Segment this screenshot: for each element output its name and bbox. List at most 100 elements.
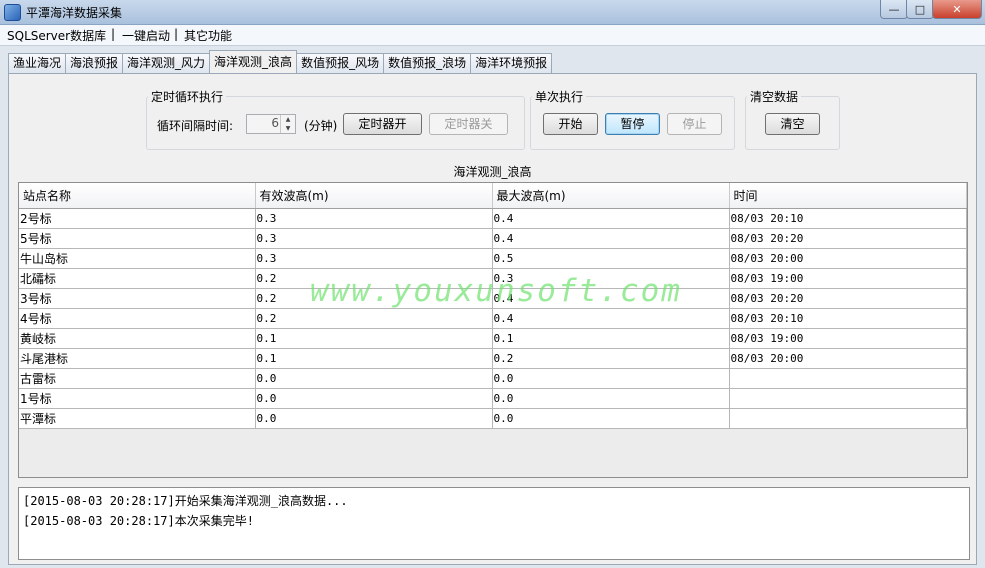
table-cell[interactable]: 0.0 <box>492 388 730 409</box>
tab-ocean-wave-height[interactable]: 海洋观测_浪高 <box>209 50 298 73</box>
table-cell[interactable]: 0.0 <box>255 368 493 389</box>
table-cell[interactable]: 0.2 <box>255 308 493 329</box>
table-cell[interactable]: 0.5 <box>492 248 730 269</box>
table-header-row: 站点名称 有效波高(m) 最大波高(m) 时间 <box>19 183 967 209</box>
data-grid[interactable]: 站点名称 有效波高(m) 最大波高(m) 时间 2号标 0.3 0.4 08/03 20:1… <box>18 182 968 478</box>
interval-label: 循环间隔时间: <box>157 119 234 133</box>
table-row[interactable]: 北礵标 0.2 0.3 08/03 19:00 <box>19 268 967 289</box>
table-cell[interactable] <box>729 368 967 389</box>
table-cell[interactable]: 0.4 <box>492 208 730 229</box>
table-cell[interactable]: 古雷标 <box>19 368 256 389</box>
start-button[interactable]: 开始 <box>543 113 598 135</box>
tab-wave-forecast[interactable]: 海浪预报 <box>65 53 124 73</box>
log-line: [2015-08-03 20:28:17]本次采集完毕! <box>23 514 254 528</box>
table-cell[interactable]: 3号标 <box>19 288 256 309</box>
table-cell[interactable]: 0.2 <box>255 268 493 289</box>
table-row[interactable]: 平潭标 0.0 0.0 <box>19 408 967 429</box>
table-row[interactable]: 4号标 0.2 0.4 08/03 20:10 <box>19 308 967 329</box>
table-row[interactable]: 牛山岛标 0.3 0.5 08/03 20:00 <box>19 248 967 269</box>
single-run-label: 单次执行 <box>532 88 587 105</box>
table-cell[interactable]: 黄岐标 <box>19 328 256 349</box>
table-cell[interactable]: 0.3 <box>492 268 730 289</box>
table-cell[interactable] <box>729 408 967 429</box>
interval-stepper[interactable]: 6 ▲ ▼ <box>246 114 296 134</box>
table-cell[interactable]: 0.3 <box>255 208 493 229</box>
interval-value: 6 <box>271 116 279 130</box>
table-cell[interactable]: 0.2 <box>492 348 730 369</box>
table-cell[interactable]: 08/03 20:00 <box>729 248 967 269</box>
menu-one-click-start[interactable]: 一键启动 <box>122 27 170 44</box>
tab-numeric-wave[interactable]: 数值预报_浪场 <box>383 53 472 73</box>
table-cell[interactable]: 0.0 <box>492 368 730 389</box>
timer-group-label: 定时循环执行 <box>148 88 227 105</box>
minimize-button[interactable]: — <box>880 0 908 19</box>
maximize-button[interactable]: □ <box>906 0 934 19</box>
tab-fishery[interactable]: 渔业海况 <box>8 53 67 73</box>
timer-stop-button[interactable]: 定时器关 <box>429 113 508 135</box>
table-cell[interactable]: 0.2 <box>255 288 493 309</box>
table-row[interactable]: 古雷标 0.0 0.0 <box>19 368 967 389</box>
table-cell[interactable]: 4号标 <box>19 308 256 329</box>
table-cell[interactable]: 08/03 19:00 <box>729 268 967 289</box>
tab-panel: 定时循环执行 循环间隔时间: 6 ▲ ▼ (分钟) 定时器开 定时器关 单次执行 … <box>8 73 977 565</box>
table-cell[interactable]: 0.1 <box>255 348 493 369</box>
table-row[interactable]: 2号标 0.3 0.4 08/03 20:10 <box>19 208 967 229</box>
table-title: 海洋观测_浪高 <box>453 165 532 179</box>
interval-unit: (分钟) <box>304 119 338 133</box>
table-cell[interactable]: 斗尾港标 <box>19 348 256 369</box>
table-cell[interactable]: 平潭标 <box>19 408 256 429</box>
table-cell[interactable]: 0.1 <box>255 328 493 349</box>
tab-ocean-env[interactable]: 海洋环境预报 <box>470 53 553 73</box>
tab-ocean-wind[interactable]: 海洋观测_风力 <box>122 53 211 73</box>
table-row[interactable]: 3号标 0.2 0.4 08/03 20:20 <box>19 288 967 309</box>
table-cell[interactable]: 0.1 <box>492 328 730 349</box>
table-cell[interactable]: 0.4 <box>492 228 730 249</box>
stepper-arrows-icon[interactable]: ▲ ▼ <box>280 115 295 133</box>
window-title: 平潭海洋数据采集 <box>26 6 123 20</box>
table-cell[interactable]: 0.4 <box>492 308 730 329</box>
timer-start-button[interactable]: 定时器开 <box>343 113 422 135</box>
table-cell[interactable]: 08/03 20:10 <box>729 308 967 329</box>
table-cell[interactable]: 08/03 19:00 <box>729 328 967 349</box>
table-cell[interactable] <box>729 388 967 409</box>
table-cell[interactable]: 08/03 20:00 <box>729 348 967 369</box>
column-header[interactable]: 有效波高(m) <box>255 183 493 209</box>
menu-separator: | <box>111 27 116 41</box>
menu-sqlserver[interactable]: SQLServer数据库 <box>7 27 106 44</box>
table-cell[interactable]: 08/03 20:10 <box>729 208 967 229</box>
table-cell[interactable]: 0.3 <box>255 248 493 269</box>
column-header[interactable]: 最大波高(m) <box>492 183 730 209</box>
close-button[interactable]: ✕ <box>932 0 982 19</box>
clear-button[interactable]: 清空 <box>765 113 820 135</box>
table-cell[interactable]: 1号标 <box>19 388 256 409</box>
column-header[interactable]: 时间 <box>729 183 967 209</box>
app-icon <box>4 4 21 21</box>
table-cell[interactable]: 0.4 <box>492 288 730 309</box>
data-table: 站点名称 有效波高(m) 最大波高(m) 时间 2号标 0.3 0.4 08/03 20:1… <box>19 183 967 429</box>
table-cell[interactable]: 2号标 <box>19 208 256 229</box>
table-row[interactable]: 1号标 0.0 0.0 <box>19 388 967 409</box>
table-cell[interactable]: 0.0 <box>255 388 493 409</box>
table-cell[interactable]: 0.0 <box>255 408 493 429</box>
table-cell[interactable]: 08/03 20:20 <box>729 228 967 249</box>
table-cell[interactable]: 08/03 20:20 <box>729 288 967 309</box>
table-row[interactable]: 5号标 0.3 0.4 08/03 20:20 <box>19 228 967 249</box>
stop-button[interactable]: 停止 <box>667 113 722 135</box>
tab-numeric-wind[interactable]: 数值预报_风场 <box>296 53 385 73</box>
table-cell[interactable]: 5号标 <box>19 228 256 249</box>
table-cell[interactable]: 0.0 <box>492 408 730 429</box>
single-run-group: 单次执行 开始 暂停 停止 <box>530 88 735 150</box>
menu-other-functions[interactable]: 其它功能 <box>184 27 232 44</box>
clear-group: 清空数据 清空 <box>745 88 840 150</box>
menu-bar: SQLServer数据库 | 一键启动 | 其它功能 <box>0 25 985 46</box>
column-header[interactable]: 站点名称 <box>19 183 256 209</box>
log-output[interactable]: [2015-08-03 20:28:17]开始采集海洋观测_浪高数据... [2… <box>18 487 970 560</box>
table-cell[interactable]: 0.3 <box>255 228 493 249</box>
pause-button[interactable]: 暂停 <box>605 113 660 135</box>
tab-strip: 渔业海况 海浪预报 海洋观测_风力 海洋观测_浪高 数值预报_风场 数值预报_浪… <box>8 50 553 74</box>
table-row[interactable]: 斗尾港标 0.1 0.2 08/03 20:00 <box>19 348 967 369</box>
table-cell[interactable]: 北礵标 <box>19 268 256 289</box>
table-cell[interactable]: 牛山岛标 <box>19 248 256 269</box>
log-line: [2015-08-03 20:28:17]开始采集海洋观测_浪高数据... <box>23 494 348 508</box>
table-row[interactable]: 黄岐标 0.1 0.1 08/03 19:00 <box>19 328 967 349</box>
